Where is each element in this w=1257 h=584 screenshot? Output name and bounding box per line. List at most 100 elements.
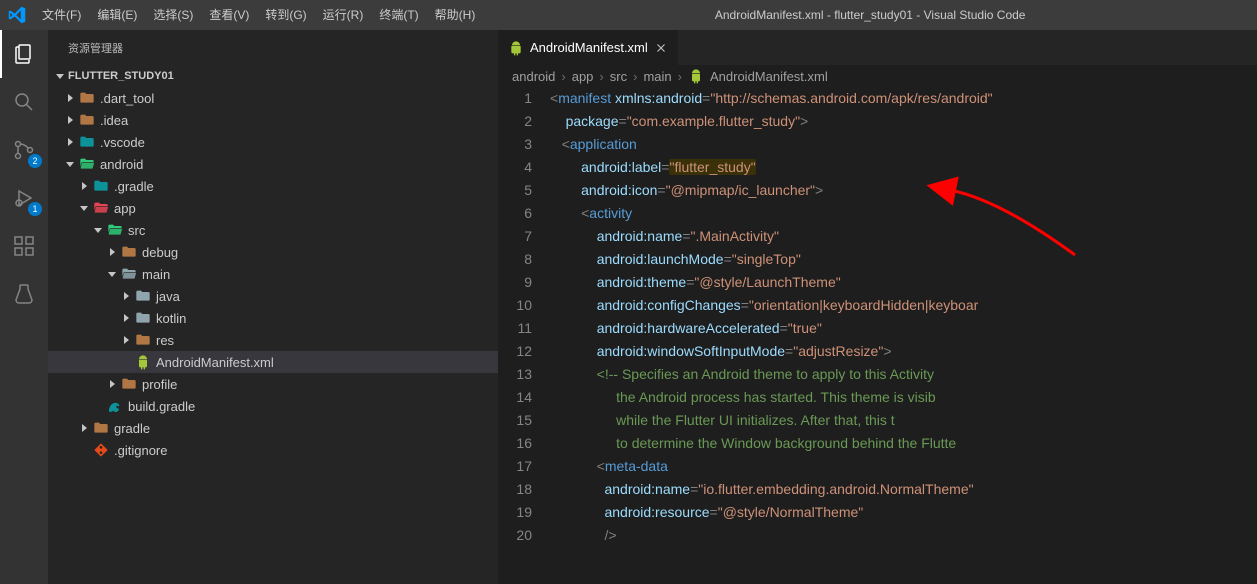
menu-item[interactable]: 文件(F)	[34, 0, 89, 30]
line-content: android:theme="@style/LaunchTheme"	[550, 271, 841, 294]
tree-item-label: build.gradle	[128, 399, 195, 414]
folder-icon	[120, 375, 138, 393]
line-content: <manifest xmlns:android="http://schemas.…	[550, 87, 993, 110]
tree-item-label: profile	[142, 377, 177, 392]
tree-item-label: .idea	[100, 113, 128, 128]
close-icon[interactable]	[654, 41, 668, 55]
code-line: 7 android:name=".MainActivity"	[498, 225, 1257, 248]
chevron-right-icon	[118, 314, 134, 322]
chevron-right-icon: ›	[599, 69, 603, 84]
line-number: 12	[498, 340, 550, 363]
menu-item[interactable]: 编辑(E)	[89, 0, 145, 30]
source-control-icon[interactable]: 2	[0, 126, 48, 174]
line-content: android:icon="@mipmap/ic_launcher">	[550, 179, 823, 202]
code-line: 15 while the Flutter UI initializes. Aft…	[498, 409, 1257, 432]
folder-icon	[134, 309, 152, 327]
tree-item[interactable]: java	[48, 285, 498, 307]
chevron-down-icon	[90, 228, 106, 233]
chevron-right-icon	[76, 424, 92, 432]
explorer-icon[interactable]	[0, 30, 48, 78]
breadcrumb-item[interactable]: android	[512, 69, 555, 84]
folder-icon	[92, 199, 110, 217]
android-icon	[134, 353, 152, 371]
menu-item[interactable]: 终端(T)	[371, 0, 426, 30]
folder-icon	[78, 111, 96, 129]
chevron-right-icon	[62, 94, 78, 102]
code-line: 5 android:icon="@mipmap/ic_launcher">	[498, 179, 1257, 202]
workspace-title: FLUTTER_STUDY01	[68, 70, 174, 82]
folder-icon	[78, 89, 96, 107]
line-number: 14	[498, 386, 550, 409]
tree-item-label: main	[142, 267, 170, 282]
tree-item-label: debug	[142, 245, 178, 260]
code-line: 18 android:name="io.flutter.embedding.an…	[498, 478, 1257, 501]
chevron-right-icon	[104, 248, 120, 256]
line-content: />	[550, 524, 617, 547]
code-line: 13 <!-- Specifies an Android theme to ap…	[498, 363, 1257, 386]
tree-item[interactable]: main	[48, 263, 498, 285]
code-line: 10 android:configChanges="orientation|ke…	[498, 294, 1257, 317]
line-number: 16	[498, 432, 550, 455]
line-content: <!-- Specifies an Android theme to apply…	[550, 363, 934, 386]
tree-item[interactable]: debug	[48, 241, 498, 263]
line-number: 2	[498, 110, 550, 133]
tree-item[interactable]: .vscode	[48, 131, 498, 153]
breadcrumb-item[interactable]: app	[572, 69, 594, 84]
line-number: 20	[498, 524, 550, 547]
tree-item-label: .vscode	[100, 135, 145, 150]
code-line: 4 android:label="flutter_study"	[498, 156, 1257, 179]
workspace-section[interactable]: FLUTTER_STUDY01	[48, 65, 498, 87]
tree-item[interactable]: android	[48, 153, 498, 175]
breadcrumb-item[interactable]: AndroidManifest.xml	[710, 69, 828, 84]
activity-bar: 2 1	[0, 30, 48, 584]
run-debug-icon[interactable]: 1	[0, 174, 48, 222]
code-line: 20 />	[498, 524, 1257, 547]
breadcrumbs[interactable]: android›app›src›main›AndroidManifest.xml	[498, 65, 1257, 87]
tree-item[interactable]: .idea	[48, 109, 498, 131]
tree-item[interactable]: profile	[48, 373, 498, 395]
search-icon[interactable]	[0, 78, 48, 126]
tab-androidmanifest[interactable]: AndroidManifest.xml	[498, 30, 679, 65]
breadcrumb-item[interactable]: src	[610, 69, 627, 84]
folder-icon	[120, 243, 138, 261]
menu-item[interactable]: 帮助(H)	[427, 0, 484, 30]
line-content: package="com.example.flutter_study">	[550, 110, 808, 133]
menu-item[interactable]: 选择(S)	[145, 0, 201, 30]
chevron-down-icon	[104, 272, 120, 277]
titlebar: 文件(F)编辑(E)选择(S)查看(V)转到(G)运行(R)终端(T)帮助(H)…	[0, 0, 1257, 30]
code-line: 17 <meta-data	[498, 455, 1257, 478]
line-content: <activity	[550, 202, 632, 225]
testing-icon[interactable]	[0, 270, 48, 318]
chevron-right-icon: ›	[678, 69, 682, 84]
tree-item-label: src	[128, 223, 145, 238]
menu-item[interactable]: 运行(R)	[315, 0, 372, 30]
line-content: android:hardwareAccelerated="true"	[550, 317, 822, 340]
line-content: android:name="io.flutter.embedding.andro…	[550, 478, 974, 501]
tree-item[interactable]: .gitignore	[48, 439, 498, 461]
folder-icon	[78, 133, 96, 151]
code-line: 19 android:resource="@style/NormalTheme"	[498, 501, 1257, 524]
tree-item-label: .dart_tool	[100, 91, 154, 106]
tree-item[interactable]: src	[48, 219, 498, 241]
code-editor[interactable]: 1<manifest xmlns:android="http://schemas…	[498, 87, 1257, 584]
tree-item[interactable]: build.gradle	[48, 395, 498, 417]
tree-item[interactable]: kotlin	[48, 307, 498, 329]
extensions-icon[interactable]	[0, 222, 48, 270]
line-number: 7	[498, 225, 550, 248]
line-content: android:windowSoftInputMode="adjustResiz…	[550, 340, 892, 363]
tree-item-label: AndroidManifest.xml	[156, 355, 274, 370]
tree-item[interactable]: .dart_tool	[48, 87, 498, 109]
tree-item[interactable]: res	[48, 329, 498, 351]
breadcrumb-item[interactable]: main	[643, 69, 671, 84]
tree-item[interactable]: app	[48, 197, 498, 219]
menu-item[interactable]: 转到(G)	[257, 0, 314, 30]
line-number: 1	[498, 87, 550, 110]
tree-item[interactable]: AndroidManifest.xml	[48, 351, 498, 373]
tree-item-label: android	[100, 157, 143, 172]
tree-item[interactable]: .gradle	[48, 175, 498, 197]
menu-item[interactable]: 查看(V)	[201, 0, 257, 30]
chevron-right-icon	[62, 116, 78, 124]
tree-item[interactable]: gradle	[48, 417, 498, 439]
line-content: the Android process has started. This th…	[550, 386, 936, 409]
tab-label: AndroidManifest.xml	[530, 40, 648, 55]
